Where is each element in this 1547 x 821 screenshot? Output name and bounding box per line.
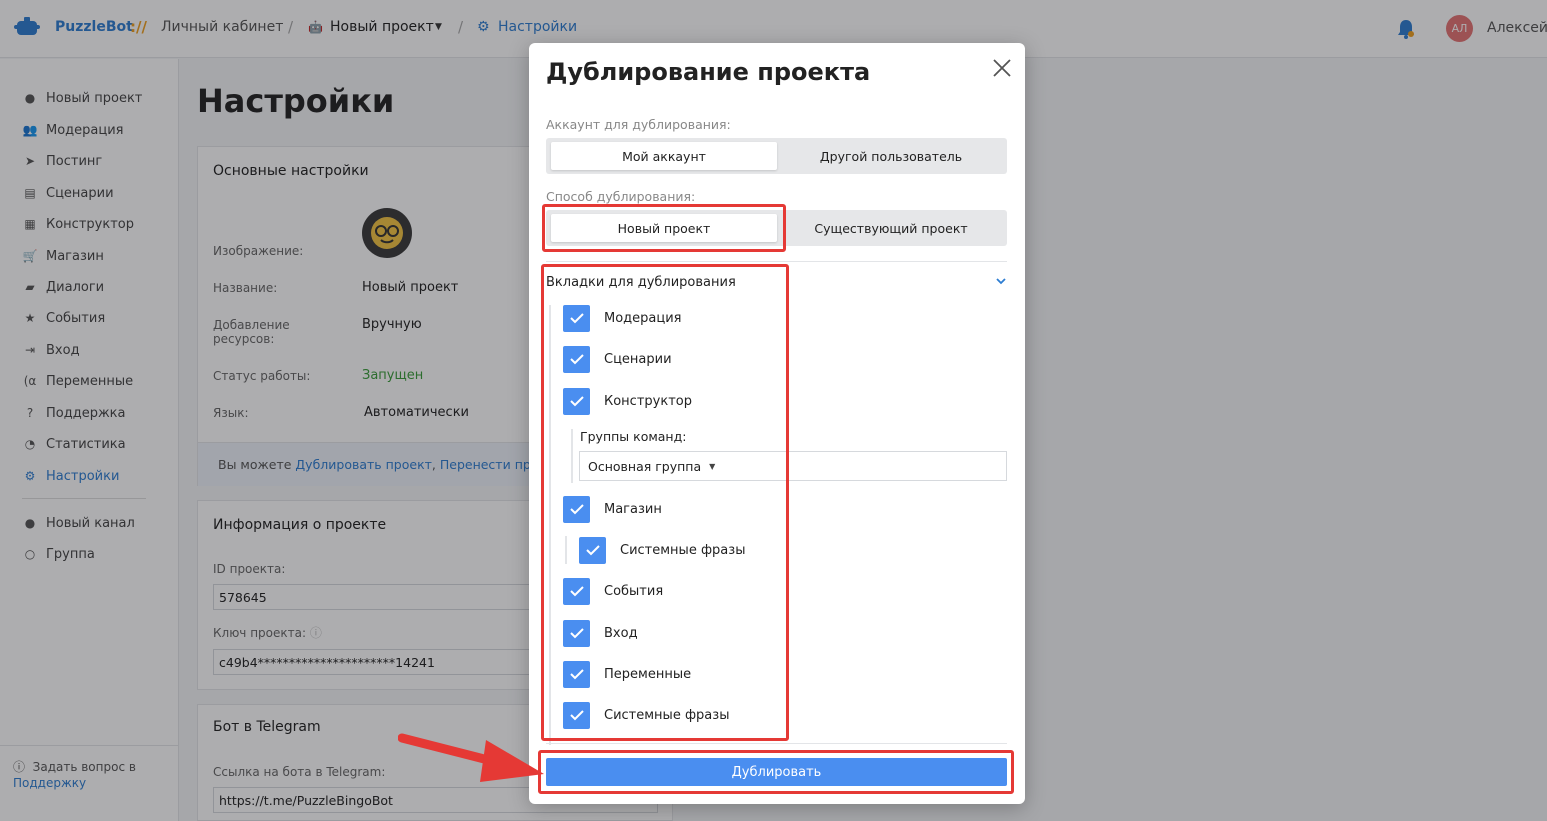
divider — [546, 261, 1007, 262]
account-switch: Мой аккаунт Другой пользователь — [546, 138, 1007, 174]
annotation-highlight-method — [542, 204, 786, 252]
annotation-highlight-tabs — [541, 264, 789, 741]
other-user-option[interactable]: Другой пользователь — [778, 142, 1004, 170]
method-label: Способ дублирования: — [546, 189, 696, 204]
chevron-down-icon[interactable] — [995, 276, 1007, 286]
existing-project-option[interactable]: Существующий проект — [778, 214, 1004, 242]
my-account-option[interactable]: Мой аккаунт — [551, 142, 777, 170]
annotation-highlight-button — [538, 750, 1014, 794]
account-label: Аккаунт для дублирования: — [546, 117, 731, 132]
close-icon[interactable] — [991, 57, 1013, 79]
divider — [546, 743, 1007, 744]
modal-title: Дублирование проекта — [546, 58, 871, 86]
annotation-arrow-icon — [398, 733, 544, 782]
